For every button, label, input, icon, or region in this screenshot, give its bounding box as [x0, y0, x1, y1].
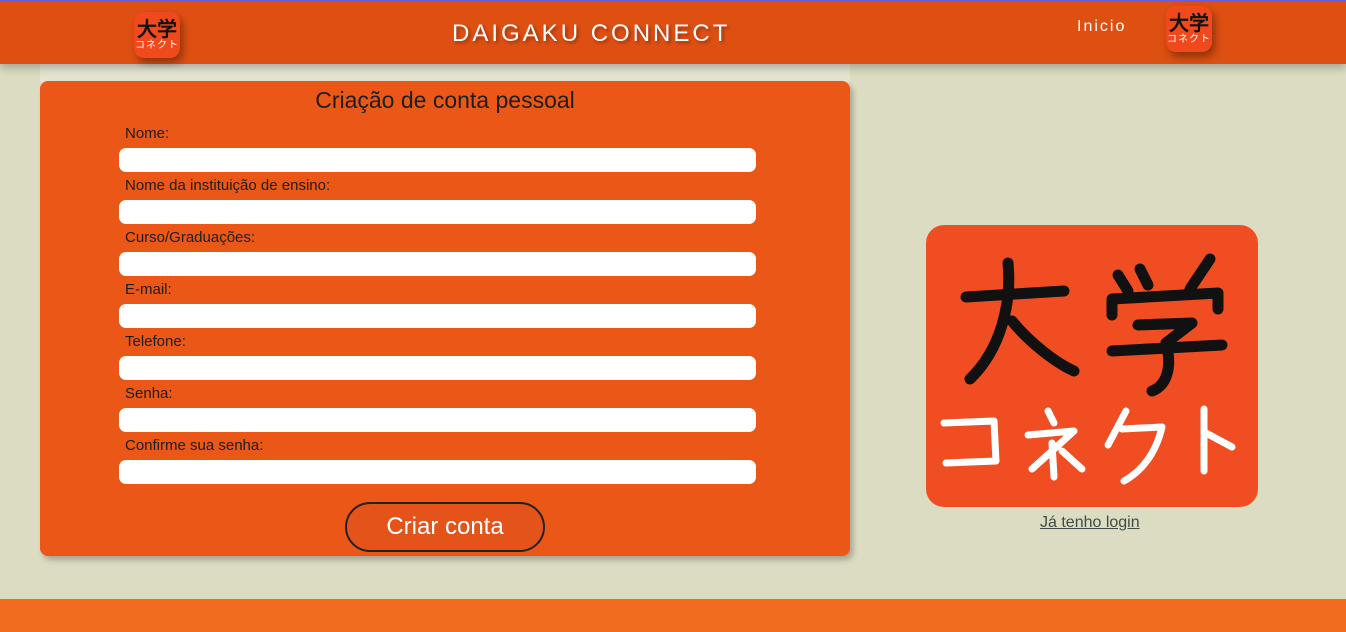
- password-label: Senha:: [125, 385, 173, 402]
- confirm-password-label: Confirme sua senha:: [125, 437, 264, 454]
- phone-label: Telefone:: [125, 333, 186, 350]
- confirm-password-input[interactable]: [119, 460, 756, 484]
- profile-logo-icon[interactable]: 大学 コネクト: [1166, 6, 1212, 52]
- top-navbar: 大学 コネクト DAIGAKU CONNECT Inicio 大学 コネクト: [0, 0, 1346, 64]
- logo-kanji: 大学: [137, 17, 177, 41]
- site-title: DAIGAKU CONNECT: [452, 20, 731, 47]
- logo-artwork: [940, 253, 1236, 485]
- create-account-button[interactable]: Criar conta: [345, 502, 545, 552]
- nav-link-inicio[interactable]: Inicio: [1077, 18, 1126, 36]
- course-label: Curso/Graduações:: [125, 229, 256, 246]
- name-input[interactable]: [119, 148, 756, 172]
- logo-kanji: 大学: [1169, 11, 1209, 35]
- email-input[interactable]: [119, 304, 756, 328]
- already-have-login-link[interactable]: Já tenho login: [1040, 514, 1140, 532]
- phone-input[interactable]: [119, 356, 756, 380]
- card-top-strip: [40, 64, 850, 82]
- name-label: Nome:: [125, 125, 170, 142]
- password-input[interactable]: [119, 408, 756, 432]
- logo-kana: コネクト: [1167, 34, 1211, 45]
- form-title: Criação de conta pessoal: [315, 87, 575, 113]
- institution-input[interactable]: [119, 200, 756, 224]
- daigaku-connect-logo: [926, 225, 1258, 507]
- email-label: E-mail:: [125, 281, 172, 298]
- signup-form: Criação de conta pessoal Nome: Nome da i…: [40, 81, 850, 556]
- institution-label: Nome da instituição de ensino:: [125, 177, 331, 194]
- logo-kana: コネクト: [135, 40, 179, 51]
- daigaku-logo-icon[interactable]: 大学 コネクト: [134, 12, 180, 58]
- footer-bar: [0, 599, 1346, 632]
- course-input[interactable]: [119, 252, 756, 276]
